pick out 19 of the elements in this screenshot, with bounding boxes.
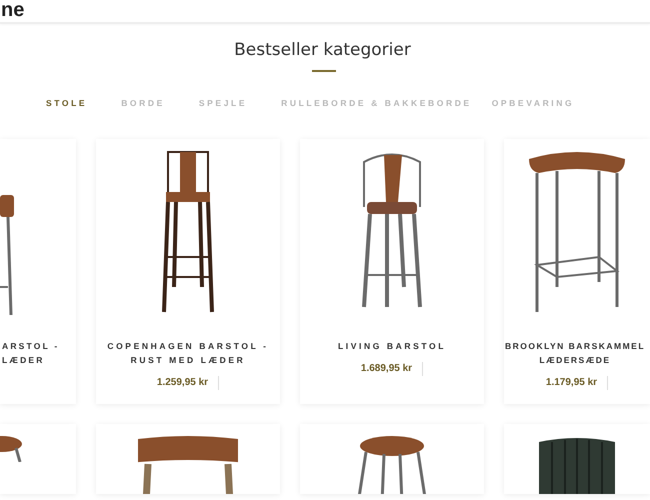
stool-drawing [0, 436, 22, 462]
section-title: Bestseller kategorier [233, 40, 412, 60]
product-card[interactable] [0, 424, 76, 494]
product-card[interactable]: BROOKLYN BARSKAMMEL LÆDERSÆDE 1.179,95 kr [504, 139, 650, 404]
product-name[interactable]: LIVING BARSTOL [338, 339, 446, 354]
product-price: 1.689,95 kr [360, 362, 412, 376]
product-card[interactable]: COPENHAGEN BARSTOL - RUST MED LÆDER 1.259,95 kr [96, 139, 280, 404]
product-card[interactable]: ARSTOL - LÆDER [0, 139, 76, 404]
product-price: 1.259,95 kr [156, 376, 208, 390]
product-card[interactable]: LIVING BARSTOL 1.689,95 kr [300, 139, 484, 404]
product-name[interactable]: COPENHAGEN BARSTOL - RUST MED LÆDER [107, 339, 269, 368]
category-tab[interactable]: STOLE [46, 98, 88, 110]
logo-text[interactable]: ne [1, 0, 24, 20]
product-card[interactable] [96, 424, 280, 494]
product-card[interactable] [504, 424, 650, 494]
product-card[interactable] [300, 424, 484, 494]
product-name[interactable]: ARSTOL - LÆDER [2, 339, 60, 368]
product-name[interactable]: BROOKLYN BARSKAMMEL LÆDERSÆDE [504, 339, 646, 368]
product-price: 1.179,95 kr [546, 376, 598, 390]
